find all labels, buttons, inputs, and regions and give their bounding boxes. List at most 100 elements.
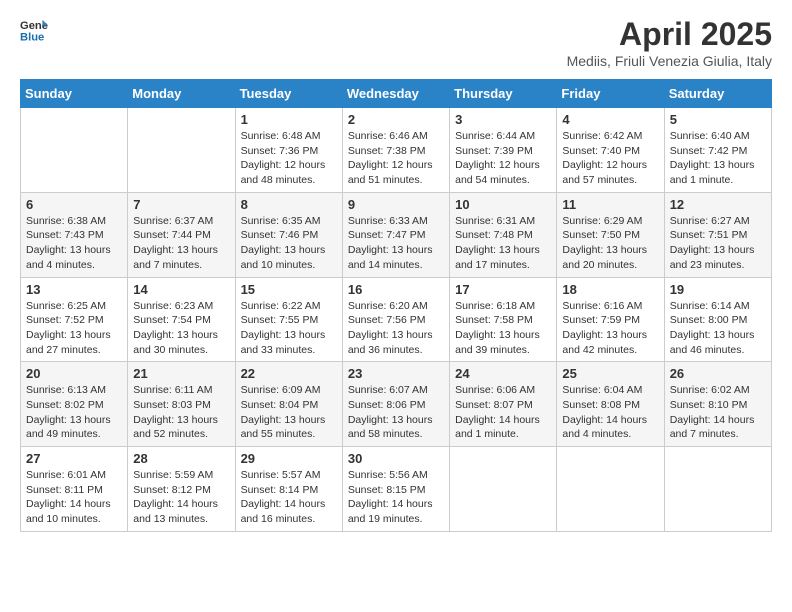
calendar-cell: 16Sunrise: 6:20 AM Sunset: 7:56 PM Dayli… [342, 277, 449, 362]
logo: General Blue [20, 16, 48, 44]
day-info: Sunrise: 6:09 AM Sunset: 8:04 PM Dayligh… [241, 383, 337, 442]
day-number: 16 [348, 282, 444, 297]
day-info: Sunrise: 6:13 AM Sunset: 8:02 PM Dayligh… [26, 383, 122, 442]
calendar-cell: 25 Sunrise: 6:04 AM Sunset: 8:08 PM Dayli… [557, 362, 664, 447]
calendar-week-row: 1Sunrise: 6:48 AM Sunset: 7:36 PM Daylig… [21, 108, 772, 193]
day-number: 4 [562, 112, 658, 127]
calendar-cell: 5 Sunrise: 6:40 AM Sunset: 7:42 PM Daylig… [664, 108, 771, 193]
day-info: Sunrise: 6:04 AM Sunset: 8:08 PM Dayligh… [562, 383, 658, 442]
day-info: Sunrise: 6:40 AM Sunset: 7:42 PM Dayligh… [670, 129, 766, 188]
day-info: Sunrise: 6:18 AM Sunset: 7:58 PM Dayligh… [455, 299, 551, 358]
calendar-cell [128, 108, 235, 193]
calendar-cell: 1Sunrise: 6:48 AM Sunset: 7:36 PM Daylig… [235, 108, 342, 193]
calendar-cell: 14 Sunrise: 6:23 AM Sunset: 7:54 PM Dayli… [128, 277, 235, 362]
day-info: Sunrise: 6:35 AM Sunset: 7:46 PM Dayligh… [241, 214, 337, 273]
calendar-cell: 26Sunrise: 6:02 AM Sunset: 8:10 PM Dayli… [664, 362, 771, 447]
calendar-cell: 13 Sunrise: 6:25 AM Sunset: 7:52 PM Dayli… [21, 277, 128, 362]
day-info: Sunrise: 6:16 AM Sunset: 7:59 PM Dayligh… [562, 299, 658, 358]
svg-text:Blue: Blue [20, 31, 44, 43]
calendar-header-row: SundayMondayTuesdayWednesdayThursdayFrid… [21, 80, 772, 108]
day-info: Sunrise: 6:14 AM Sunset: 8:00 PM Dayligh… [670, 299, 766, 358]
calendar-week-row: 6Sunrise: 6:38 AM Sunset: 7:43 PM Daylig… [21, 192, 772, 277]
day-number: 15 [241, 282, 337, 297]
weekday-header-friday: Friday [557, 80, 664, 108]
day-info: Sunrise: 6:37 AM Sunset: 7:44 PM Dayligh… [133, 214, 229, 273]
day-number: 29 [241, 451, 337, 466]
day-number: 11 [562, 197, 658, 212]
calendar-cell: 9 Sunrise: 6:33 AM Sunset: 7:47 PM Daylig… [342, 192, 449, 277]
calendar-cell: 24 Sunrise: 6:06 AM Sunset: 8:07 PM Dayli… [450, 362, 557, 447]
calendar-cell: 4 Sunrise: 6:42 AM Sunset: 7:40 PM Daylig… [557, 108, 664, 193]
calendar-cell: 22 Sunrise: 6:09 AM Sunset: 8:04 PM Dayli… [235, 362, 342, 447]
day-number: 26 [670, 366, 766, 381]
day-info: Sunrise: 5:56 AM Sunset: 8:15 PM Dayligh… [348, 468, 444, 527]
title-block: April 2025 Mediis, Friuli Venezia Giulia… [567, 16, 772, 69]
day-number: 21 [133, 366, 229, 381]
day-info: Sunrise: 6:38 AM Sunset: 7:43 PM Dayligh… [26, 214, 122, 273]
calendar-cell: 20 Sunrise: 6:13 AM Sunset: 8:02 PM Dayli… [21, 362, 128, 447]
calendar-cell: 30Sunrise: 5:56 AM Sunset: 8:15 PM Dayli… [342, 447, 449, 532]
calendar-week-row: 27 Sunrise: 6:01 AM Sunset: 8:11 PM Dayli… [21, 447, 772, 532]
page-header: General Blue April 2025 Mediis, Friuli V… [20, 16, 772, 69]
day-info: Sunrise: 6:42 AM Sunset: 7:40 PM Dayligh… [562, 129, 658, 188]
calendar-table: SundayMondayTuesdayWednesdayThursdayFrid… [20, 79, 772, 532]
day-number: 5 [670, 112, 766, 127]
calendar-cell [664, 447, 771, 532]
calendar-cell: 29Sunrise: 5:57 AM Sunset: 8:14 PM Dayli… [235, 447, 342, 532]
day-number: 13 [26, 282, 122, 297]
calendar-cell: 19 Sunrise: 6:14 AM Sunset: 8:00 PM Dayli… [664, 277, 771, 362]
day-number: 25 [562, 366, 658, 381]
calendar-cell: 15Sunrise: 6:22 AM Sunset: 7:55 PM Dayli… [235, 277, 342, 362]
weekday-header-sunday: Sunday [21, 80, 128, 108]
weekday-header-thursday: Thursday [450, 80, 557, 108]
weekday-header-monday: Monday [128, 80, 235, 108]
day-number: 19 [670, 282, 766, 297]
calendar-cell: 6Sunrise: 6:38 AM Sunset: 7:43 PM Daylig… [21, 192, 128, 277]
day-number: 9 [348, 197, 444, 212]
calendar-cell: 28 Sunrise: 5:59 AM Sunset: 8:12 PM Dayli… [128, 447, 235, 532]
calendar-cell: 2 Sunrise: 6:46 AM Sunset: 7:38 PM Daylig… [342, 108, 449, 193]
day-info: Sunrise: 6:27 AM Sunset: 7:51 PM Dayligh… [670, 214, 766, 273]
calendar-cell [450, 447, 557, 532]
weekday-header-tuesday: Tuesday [235, 80, 342, 108]
calendar-cell: 17 Sunrise: 6:18 AM Sunset: 7:58 PM Dayli… [450, 277, 557, 362]
calendar-cell: 10 Sunrise: 6:31 AM Sunset: 7:48 PM Dayli… [450, 192, 557, 277]
day-number: 2 [348, 112, 444, 127]
day-info: Sunrise: 6:25 AM Sunset: 7:52 PM Dayligh… [26, 299, 122, 358]
day-number: 24 [455, 366, 551, 381]
day-number: 28 [133, 451, 229, 466]
calendar-cell [557, 447, 664, 532]
day-info: Sunrise: 6:23 AM Sunset: 7:54 PM Dayligh… [133, 299, 229, 358]
day-info: Sunrise: 6:46 AM Sunset: 7:38 PM Dayligh… [348, 129, 444, 188]
page-title: April 2025 [567, 16, 772, 53]
calendar-cell: 18 Sunrise: 6:16 AM Sunset: 7:59 PM Dayli… [557, 277, 664, 362]
day-number: 17 [455, 282, 551, 297]
day-number: 22 [241, 366, 337, 381]
day-info: Sunrise: 6:31 AM Sunset: 7:48 PM Dayligh… [455, 214, 551, 273]
day-info: Sunrise: 6:01 AM Sunset: 8:11 PM Dayligh… [26, 468, 122, 527]
day-info: Sunrise: 6:07 AM Sunset: 8:06 PM Dayligh… [348, 383, 444, 442]
day-number: 12 [670, 197, 766, 212]
calendar-cell: 23Sunrise: 6:07 AM Sunset: 8:06 PM Dayli… [342, 362, 449, 447]
day-number: 20 [26, 366, 122, 381]
calendar-cell: 12 Sunrise: 6:27 AM Sunset: 7:51 PM Dayli… [664, 192, 771, 277]
day-info: Sunrise: 6:44 AM Sunset: 7:39 PM Dayligh… [455, 129, 551, 188]
day-number: 3 [455, 112, 551, 127]
day-number: 10 [455, 197, 551, 212]
day-info: Sunrise: 6:06 AM Sunset: 8:07 PM Dayligh… [455, 383, 551, 442]
weekday-header-wednesday: Wednesday [342, 80, 449, 108]
day-number: 18 [562, 282, 658, 297]
logo-icon: General Blue [20, 16, 48, 44]
day-number: 7 [133, 197, 229, 212]
calendar-week-row: 20 Sunrise: 6:13 AM Sunset: 8:02 PM Dayli… [21, 362, 772, 447]
day-number: 27 [26, 451, 122, 466]
page-subtitle: Mediis, Friuli Venezia Giulia, Italy [567, 53, 772, 69]
calendar-cell [21, 108, 128, 193]
day-info: Sunrise: 6:11 AM Sunset: 8:03 PM Dayligh… [133, 383, 229, 442]
day-info: Sunrise: 5:59 AM Sunset: 8:12 PM Dayligh… [133, 468, 229, 527]
day-number: 14 [133, 282, 229, 297]
calendar-cell: 27 Sunrise: 6:01 AM Sunset: 8:11 PM Dayli… [21, 447, 128, 532]
day-number: 1 [241, 112, 337, 127]
day-info: Sunrise: 6:33 AM Sunset: 7:47 PM Dayligh… [348, 214, 444, 273]
calendar-cell: 11Sunrise: 6:29 AM Sunset: 7:50 PM Dayli… [557, 192, 664, 277]
